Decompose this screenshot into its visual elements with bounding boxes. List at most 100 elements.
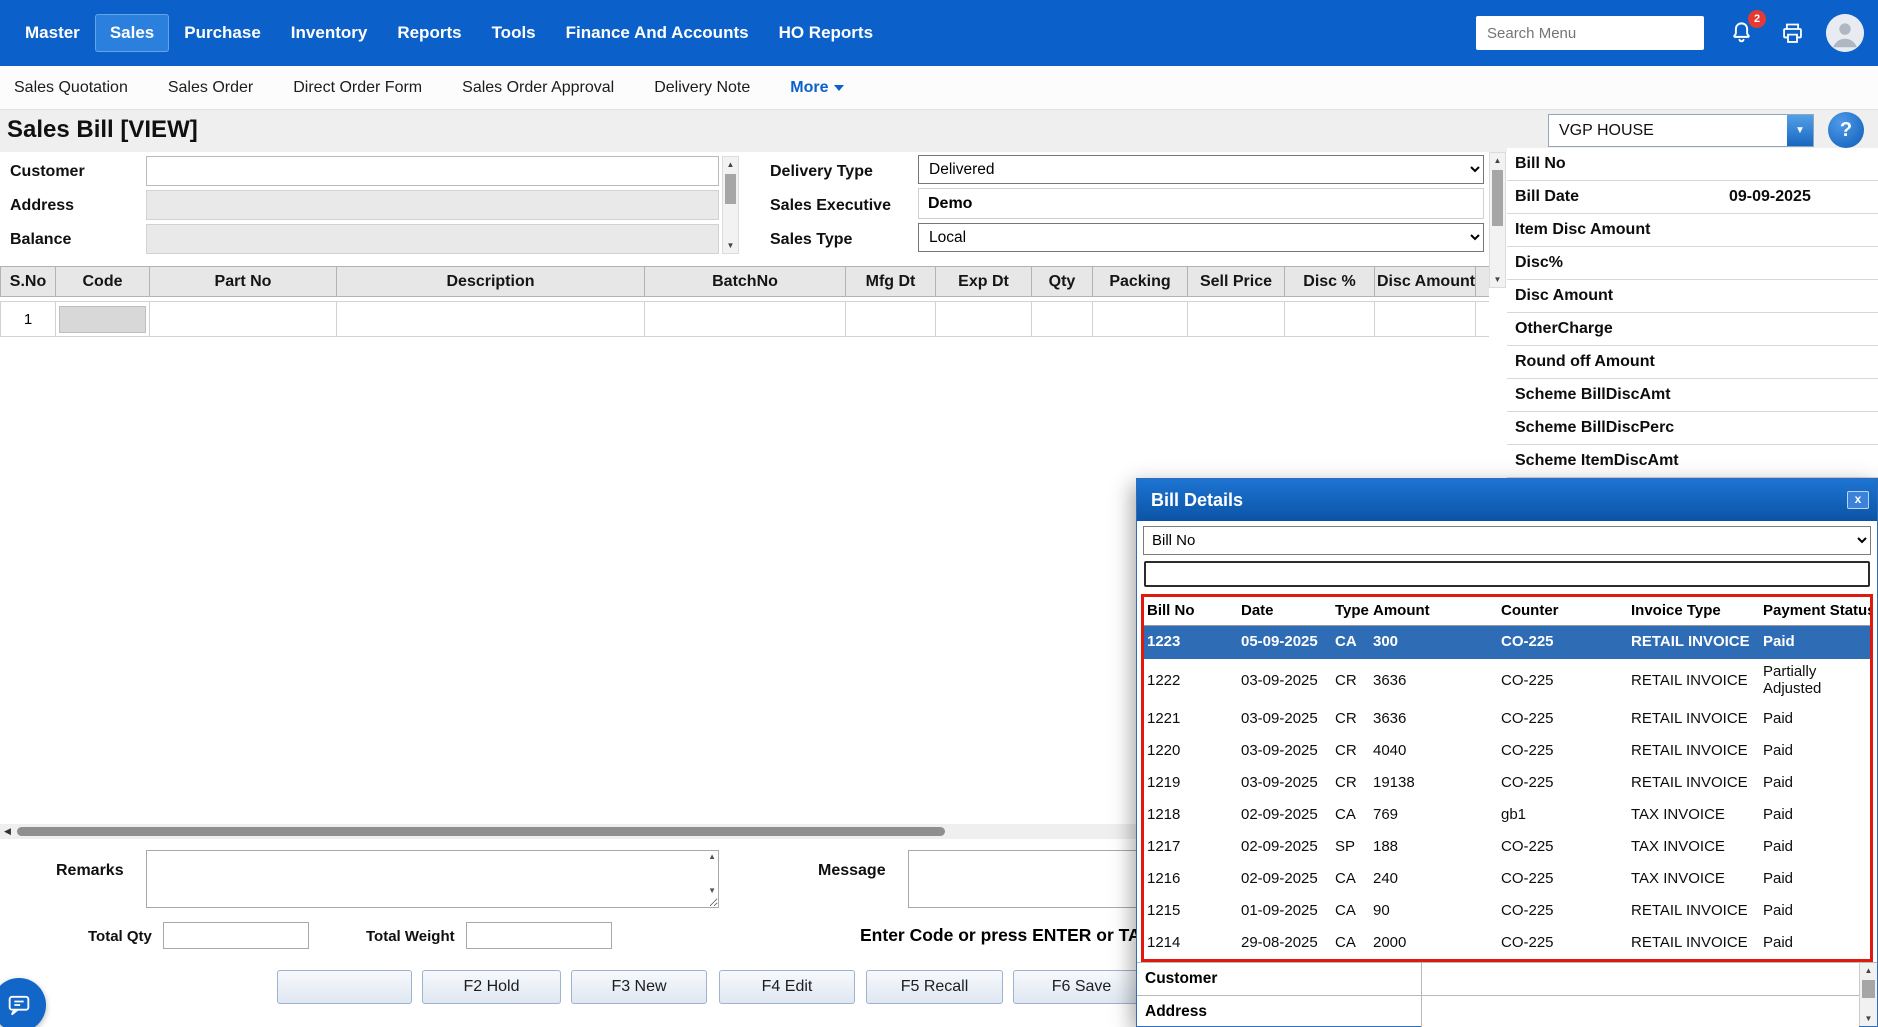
f6-save-button[interactable]: F6 Save [1013, 970, 1150, 1004]
bill-row[interactable]: 1214 29-08-2025 CA 2000 CO-225 RETAIL IN… [1144, 927, 1872, 959]
tab-sales-order-approval[interactable]: Sales Order Approval [462, 79, 614, 97]
scroll-thumb[interactable] [1492, 170, 1503, 226]
amount-cell: 90 [1370, 895, 1498, 927]
bill-row[interactable]: 1218 02-09-2025 CA 769 gb1 TAX INVOICE P… [1144, 799, 1872, 831]
invoice-type-cell: RETAIL INVOICE [1628, 625, 1760, 659]
chevron-down-icon[interactable]: ▼ [1787, 115, 1813, 146]
scroll-up-icon[interactable]: ▲ [1860, 963, 1877, 978]
scroll-up-icon[interactable]: ▲ [1490, 153, 1505, 168]
panel-scrollbar[interactable]: ▲ ▼ [1489, 152, 1506, 288]
bill-search-input[interactable] [1144, 561, 1870, 587]
exp-dt-cell[interactable] [936, 301, 1032, 337]
batch-no-cell[interactable] [645, 301, 846, 337]
nav-item-tools[interactable]: Tools [477, 14, 551, 52]
tab-sales-quotation[interactable]: Sales Quotation [14, 79, 128, 97]
bill-row[interactable]: 1215 01-09-2025 CA 90 CO-225 RETAIL INVO… [1144, 895, 1872, 927]
blank-button[interactable] [277, 970, 412, 1004]
remarks-textarea[interactable] [147, 851, 718, 907]
bill-row[interactable]: 1221 03-09-2025 CR 3636 CO-225 RETAIL IN… [1144, 703, 1872, 735]
scroll-up-icon[interactable]: ▲ [708, 852, 716, 861]
sell-price-cell[interactable] [1188, 301, 1285, 337]
scroll-thumb[interactable] [17, 827, 945, 836]
notifications-button[interactable]: 2 [1728, 20, 1755, 47]
customer-input[interactable] [146, 156, 719, 186]
part-no-cell[interactable] [150, 301, 337, 337]
mfg-dt-cell[interactable] [846, 301, 936, 337]
invoice-type-cell: RETAIL INVOICE [1628, 735, 1760, 767]
scroll-up-icon[interactable]: ▲ [723, 157, 738, 172]
balance-input [146, 224, 719, 254]
nav-item-ho-reports[interactable]: HO Reports [764, 14, 888, 52]
customer-label: Customer [10, 163, 85, 181]
nav-item-sales[interactable]: Sales [95, 14, 169, 52]
bill-row[interactable]: 1219 03-09-2025 CR 19138 CO-225 RETAIL I… [1144, 767, 1872, 799]
branch-selector[interactable]: VGP HOUSE ▼ [1548, 114, 1814, 147]
description-cell[interactable] [337, 301, 645, 337]
type-cell: CR [1332, 703, 1370, 735]
scroll-thumb[interactable] [725, 174, 736, 204]
close-icon[interactable]: x [1847, 491, 1869, 509]
nav-item-reports[interactable]: Reports [382, 14, 476, 52]
sales-executive-field[interactable]: Demo [918, 188, 1484, 219]
customer-scrollbar[interactable]: ▲ ▼ [722, 156, 739, 254]
f5-recall-button[interactable]: F5 Recall [866, 970, 1003, 1004]
counter-cell: CO-225 [1498, 625, 1628, 659]
type-cell: CA [1332, 863, 1370, 895]
total-weight-label: Total Weight [366, 928, 455, 945]
payment-status-cell: Paid [1760, 927, 1872, 959]
disc-perc-cell[interactable] [1285, 301, 1375, 337]
disc-amount-cell[interactable] [1375, 301, 1476, 337]
total-weight-input[interactable] [466, 922, 612, 949]
help-button[interactable]: ? [1828, 112, 1864, 148]
bill-row[interactable]: 1222 03-09-2025 CR 3636 CO-225 RETAIL IN… [1144, 659, 1872, 703]
customer-label: Customer [1137, 963, 1422, 995]
scroll-down-icon[interactable]: ▼ [1860, 1011, 1877, 1026]
chat-button[interactable] [0, 978, 46, 1027]
sales-type-label: Sales Type [770, 231, 852, 249]
sales-bill-screen: Master Sales Purchase Inventory Reports … [0, 0, 1878, 1027]
total-qty-input[interactable] [163, 922, 309, 949]
delivery-type-select[interactable]: Delivered [918, 155, 1484, 184]
sales-type-select[interactable]: Local [918, 223, 1484, 252]
scroll-down-icon[interactable]: ▼ [708, 886, 716, 895]
nav-item-master[interactable]: Master [10, 14, 95, 52]
bill-row[interactable]: 1217 02-09-2025 SP 188 CO-225 TAX INVOIC… [1144, 831, 1872, 863]
horizontal-scrollbar[interactable]: ◀ [0, 824, 1136, 839]
code-input[interactable] [59, 306, 146, 333]
dialog-titlebar[interactable]: Bill Details x [1137, 479, 1877, 521]
field-scheme-billdiscperc: Scheme BillDiscPerc [1507, 412, 1878, 445]
nav-item-finance-and-accounts[interactable]: Finance And Accounts [551, 14, 764, 52]
code-cell[interactable] [56, 301, 150, 337]
nav-item-purchase[interactable]: Purchase [169, 14, 276, 52]
chat-icon [5, 991, 33, 1019]
tab-delivery-note[interactable]: Delivery Note [654, 79, 750, 97]
search-input[interactable] [1476, 16, 1704, 50]
qty-cell[interactable] [1032, 301, 1093, 337]
items-header-row: S.No Code Part No Description BatchNo Mf… [0, 266, 1489, 297]
tab-sales-order[interactable]: Sales Order [168, 79, 253, 97]
avatar[interactable] [1826, 14, 1864, 52]
address-value-field[interactable] [1422, 996, 1859, 1027]
column-header: Amount [1370, 597, 1498, 625]
counter-cell: CO-225 [1498, 895, 1628, 927]
dialog-scrollbar[interactable]: ▲ ▼ [1859, 962, 1877, 1026]
type-cell: CA [1332, 799, 1370, 831]
f3-new-button[interactable]: F3 New [571, 970, 707, 1004]
customer-value-field[interactable] [1422, 963, 1859, 995]
print-button[interactable] [1779, 20, 1806, 47]
scroll-down-icon[interactable]: ▼ [723, 238, 738, 253]
scroll-down-icon[interactable]: ▼ [1490, 272, 1505, 287]
scroll-thumb[interactable] [1862, 980, 1875, 998]
bill-row[interactable]: 1220 03-09-2025 CR 4040 CO-225 RETAIL IN… [1144, 735, 1872, 767]
f4-edit-button[interactable]: F4 Edit [719, 970, 855, 1004]
tab-more[interactable]: More [790, 79, 844, 97]
nav-item-inventory[interactable]: Inventory [276, 14, 383, 52]
date-cell: 02-09-2025 [1238, 799, 1332, 831]
tab-direct-order-form[interactable]: Direct Order Form [293, 79, 422, 97]
bill-row[interactable]: 1223 05-09-2025 CA 300 CO-225 RETAIL INV… [1144, 625, 1872, 659]
search-by-select[interactable]: Bill No [1143, 526, 1871, 555]
bill-row[interactable]: 1216 02-09-2025 CA 240 CO-225 TAX INVOIC… [1144, 863, 1872, 895]
f2-hold-button[interactable]: F2 Hold [422, 970, 561, 1004]
packing-cell[interactable] [1093, 301, 1188, 337]
scroll-left-icon[interactable]: ◀ [0, 824, 15, 839]
